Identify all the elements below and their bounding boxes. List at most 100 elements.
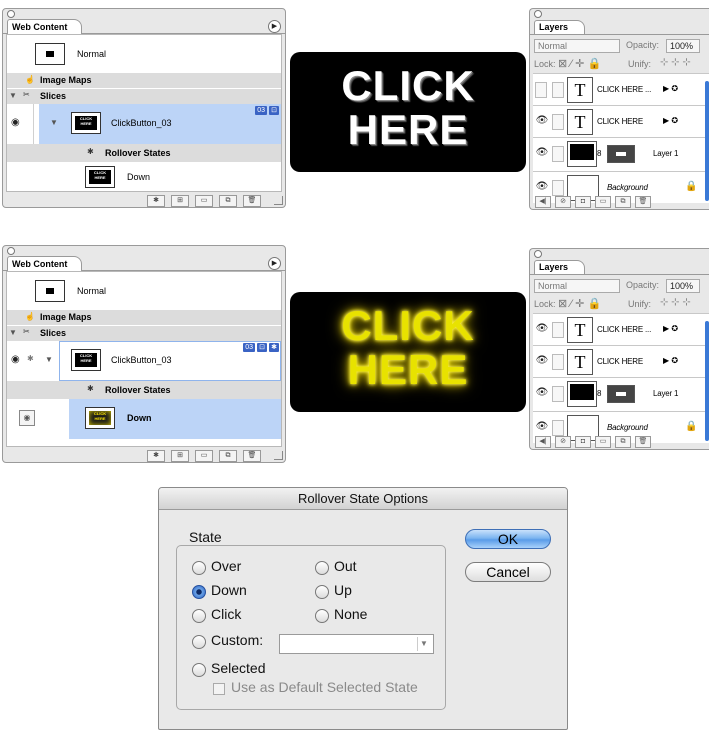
- new-folder-icon[interactable]: ▭: [595, 196, 611, 208]
- down-state-row[interactable]: CLICK HERE Down: [7, 162, 281, 194]
- link-box[interactable]: [552, 354, 564, 370]
- down-state-row[interactable]: ◉ CLICK HERE Down: [7, 399, 281, 439]
- link-box[interactable]: [552, 386, 564, 402]
- web-content-tab[interactable]: Web Content: [7, 256, 83, 271]
- new-layer-icon[interactable]: ⧉: [615, 436, 631, 448]
- blend-mode-select[interactable]: Normal: [534, 39, 620, 53]
- radio-click[interactable]: [192, 609, 206, 623]
- layer-row-text-2[interactable]: 👁 T CLICK HERE ▶ ✪: [533, 105, 709, 137]
- cancel-button[interactable]: Cancel: [465, 562, 551, 582]
- layer-style-icon[interactable]: ⊘: [555, 436, 571, 448]
- eye-icon[interactable]: 👁: [535, 386, 549, 400]
- layers-tab[interactable]: Layers: [534, 20, 586, 34]
- panel-close-icon[interactable]: [7, 247, 15, 255]
- mask-icon[interactable]: ◘: [575, 436, 591, 448]
- effects-icon[interactable]: ▶ ✪: [663, 84, 678, 93]
- trash-icon[interactable]: 🗑: [635, 196, 651, 208]
- trash-icon[interactable]: 🗑: [635, 436, 651, 448]
- eye-icon[interactable]: ◉: [19, 410, 35, 426]
- link-box[interactable]: [552, 82, 564, 98]
- unify-icons[interactable]: ⊹ ⊹ ⊹: [660, 297, 691, 308]
- link-layers-icon[interactable]: ◀|: [535, 436, 551, 448]
- slice-disclosure-icon[interactable]: ▼: [45, 355, 53, 364]
- scroll-thumb[interactable]: [705, 321, 709, 441]
- radio-over[interactable]: [192, 561, 206, 575]
- slice-row[interactable]: ◉ ✱ ▼ CLICK HERE ClickButton_03 03 ⊡ ✱: [7, 341, 281, 381]
- radio-selected[interactable]: [192, 663, 206, 677]
- link-box[interactable]: [552, 180, 564, 196]
- lock-icons[interactable]: ⊠ ⁄ ✛ 🔒: [558, 297, 601, 310]
- radio-custom[interactable]: [192, 635, 206, 649]
- new-state-icon[interactable]: ⧉: [219, 195, 237, 207]
- eye-icon[interactable]: ◉: [11, 117, 20, 128]
- layer-style-icon[interactable]: ⊘: [555, 196, 571, 208]
- panel-close-icon[interactable]: [7, 10, 15, 18]
- eye-icon[interactable]: 👁: [535, 146, 549, 160]
- panel-menu-icon[interactable]: ▶: [268, 20, 281, 33]
- image-maps-row[interactable]: ☝ Image Maps: [7, 73, 281, 88]
- image-maps-row[interactable]: ☝ Image Maps: [7, 310, 281, 325]
- select-slices-icon[interactable]: ⊞: [171, 195, 189, 207]
- radio-out[interactable]: [315, 561, 329, 575]
- panel-close-icon[interactable]: [534, 250, 542, 258]
- normal-state-row[interactable]: Normal: [7, 35, 281, 73]
- link-layers-icon[interactable]: ◀|: [535, 196, 551, 208]
- effects-icon[interactable]: ▶ ✪: [663, 116, 678, 125]
- new-folder-icon[interactable]: ▭: [595, 436, 611, 448]
- link-box[interactable]: [552, 114, 564, 130]
- select-slices-icon[interactable]: ⊞: [171, 450, 189, 462]
- layer-row-text-1[interactable]: 👁 T CLICK HERE ... ▶ ✪: [533, 313, 709, 345]
- rollover-states-row[interactable]: ✱ Rollover States: [7, 144, 281, 162]
- panel-menu-icon[interactable]: ▶: [268, 257, 281, 270]
- custom-state-combo[interactable]: ▼: [279, 634, 434, 654]
- resize-grip[interactable]: [274, 451, 283, 460]
- mask-icon[interactable]: ◘: [575, 196, 591, 208]
- link-box[interactable]: [552, 420, 564, 436]
- new-state-icon[interactable]: ⧉: [219, 450, 237, 462]
- trash-icon[interactable]: 🗑: [243, 450, 261, 462]
- layer-row-layer1[interactable]: 👁 8 Layer 1: [533, 137, 709, 171]
- slices-row[interactable]: ▼ ✂ Slices: [7, 89, 281, 104]
- opacity-field[interactable]: 100%: [666, 279, 700, 293]
- eye-icon[interactable]: ◉: [11, 354, 20, 365]
- normal-state-row[interactable]: Normal: [7, 272, 281, 310]
- eye-icon[interactable]: 👁: [535, 114, 549, 128]
- panel-close-icon[interactable]: [534, 10, 542, 18]
- scroll-thumb[interactable]: [705, 81, 709, 201]
- layers-tab[interactable]: Layers: [534, 260, 586, 274]
- slices-row[interactable]: ▼ ✂ Slices: [7, 326, 281, 341]
- web-content-tab[interactable]: Web Content: [7, 19, 83, 34]
- eye-icon[interactable]: 👁: [535, 322, 549, 336]
- eye-icon[interactable]: 👁: [535, 354, 549, 368]
- lock-icons[interactable]: ⊠ ⁄ ✛ 🔒: [558, 57, 601, 70]
- unify-icons[interactable]: ⊹ ⊹ ⊹: [660, 57, 691, 68]
- rollover-states-row[interactable]: ✱ Rollover States: [7, 381, 281, 399]
- layer-row-text-1[interactable]: T CLICK HERE ... ▶ ✪: [533, 73, 709, 105]
- layer-row-layer1[interactable]: 👁 8 Layer 1: [533, 377, 709, 411]
- link-box[interactable]: [552, 322, 564, 338]
- new-folder-icon[interactable]: ▭: [195, 450, 213, 462]
- radio-up[interactable]: [315, 585, 329, 599]
- create-rollover-icon[interactable]: ✱: [147, 195, 165, 207]
- default-selected-checkbox[interactable]: [213, 683, 225, 695]
- slice-row[interactable]: ◉ ▼ CLICK HERE ClickButton_03 03 ⊡: [7, 104, 281, 144]
- radio-down[interactable]: [192, 585, 206, 599]
- blend-mode-select[interactable]: Normal: [534, 279, 620, 293]
- ok-button[interactable]: OK: [465, 529, 551, 549]
- eye-icon[interactable]: 👁: [535, 180, 549, 194]
- create-rollover-icon[interactable]: ✱: [147, 450, 165, 462]
- new-layer-icon[interactable]: ⧉: [615, 196, 631, 208]
- trash-icon[interactable]: 🗑: [243, 195, 261, 207]
- opacity-field[interactable]: 100%: [666, 39, 700, 53]
- radio-none[interactable]: [315, 609, 329, 623]
- eye-icon[interactable]: 👁: [535, 420, 549, 434]
- combo-arrow-icon[interactable]: ▼: [417, 637, 430, 651]
- effects-icon[interactable]: ▶ ✪: [663, 324, 678, 333]
- new-folder-icon[interactable]: ▭: [195, 195, 213, 207]
- slice-disclosure-icon[interactable]: ▼: [50, 118, 58, 127]
- visibility-box[interactable]: [535, 82, 547, 98]
- disclosure-triangle-icon[interactable]: ▼: [9, 328, 17, 337]
- link-box[interactable]: [552, 146, 564, 162]
- resize-grip[interactable]: [274, 196, 283, 205]
- layer-row-text-2[interactable]: 👁 T CLICK HERE ▶ ✪: [533, 345, 709, 377]
